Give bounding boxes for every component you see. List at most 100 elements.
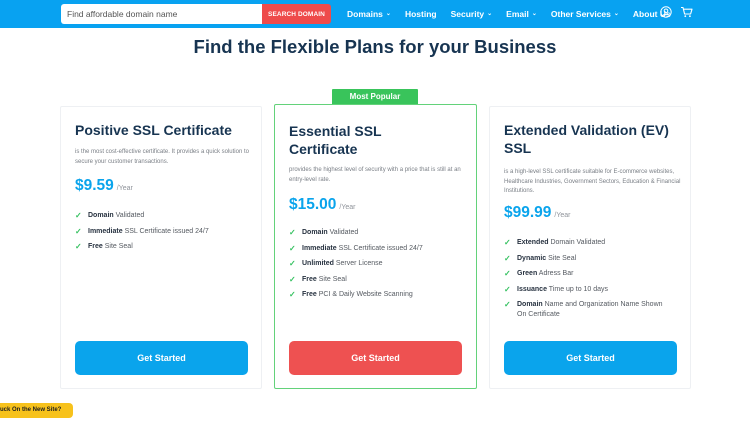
chevron-down-icon: ⌄ — [531, 10, 537, 17]
main-nav: Domains ⌄ Hosting Security ⌄ Email ⌄ Other … — [347, 0, 685, 28]
feature-highlight: Issuance — [517, 285, 547, 293]
plan-description: provides the highest level of security w… — [289, 167, 461, 183]
feature-item: ✓ Free Site Seal — [289, 275, 469, 285]
feature-item: ✓ Issuance Time up to 10 days — [504, 285, 684, 295]
feature-detail: Site Seal — [102, 243, 133, 250]
feature-highlight: Free — [302, 275, 317, 283]
check-icon: ✓ — [504, 238, 511, 247]
feedback-tab[interactable]: Stuck On the New Site? — [0, 403, 73, 418]
feature-text: Green Adress Bar — [517, 269, 573, 279]
feature-text: Free PCI & Daily Website Scanning — [302, 290, 413, 300]
feature-item: ✓ Extended Domain Validated — [504, 238, 684, 248]
feature-item: ✓ Dynamic Site Seal — [504, 254, 684, 264]
plan-title: Positive SSL Certificate — [75, 122, 232, 138]
nav-label: Other Services — [550, 9, 611, 19]
feature-detail: Time up to 10 days — [546, 285, 609, 293]
cart-icon[interactable] — [680, 6, 693, 18]
feature-detail: Server License — [333, 260, 383, 267]
feature-item: ✓ Unlimited Server License — [289, 259, 469, 269]
feature-list: ✓ Domain Validated ✓ Immediate SSL Certifi… — [75, 211, 255, 258]
check-icon: ✓ — [289, 228, 296, 237]
check-icon: ✓ — [504, 284, 511, 294]
feature-item: ✓ Free PCI & Daily Website Scanning — [289, 290, 469, 300]
feature-highlight: Immediate — [88, 227, 123, 235]
feature-detail: Domain Validated — [548, 239, 606, 246]
check-icon: ✓ — [504, 253, 511, 263]
feature-text: Domain Validated — [88, 211, 144, 221]
check-icon: ✓ — [289, 290, 296, 299]
nav-other-services[interactable]: Other Services ⌄ — [551, 9, 619, 19]
price-period: /Year — [116, 185, 133, 192]
feature-item: ✓ Domain Validated — [289, 228, 469, 238]
price-period: /Year — [339, 204, 356, 211]
feature-detail: SSL Certificate issued 24/7 — [122, 227, 209, 235]
check-icon: ✓ — [289, 243, 296, 253]
feature-detail: Site Seal — [316, 275, 347, 283]
check-icon: ✓ — [504, 300, 511, 309]
nav-label: Security — [450, 9, 485, 19]
check-icon: ✓ — [75, 226, 82, 236]
check-icon: ✓ — [504, 269, 511, 278]
feature-detail: SSL Certificate issued 24/7 — [336, 244, 423, 252]
nav-label: Domains — [347, 9, 383, 19]
nav-label: Email — [506, 9, 529, 19]
feature-item: ✓ Free Site Seal — [75, 242, 255, 252]
price-amount: $9.59 — [75, 177, 114, 194]
feature-text: Extended Domain Validated — [517, 238, 605, 248]
nav-hosting[interactable]: Hosting — [405, 9, 437, 19]
domain-search: SEARCH DOMAIN — [61, 4, 331, 24]
plan-title: Extended Validation (EV) SSL — [504, 122, 669, 156]
chevron-down-icon: ⌄ — [487, 10, 493, 17]
page-title: Find the Flexible Plans for your Busines… — [193, 36, 557, 57]
nav-domains[interactable]: Domains ⌄ — [347, 9, 391, 19]
feature-item: ✓ Green Adress Bar — [504, 269, 684, 279]
chevron-down-icon: ⌄ — [613, 10, 619, 17]
feature-highlight: Dynamic — [517, 254, 547, 262]
feature-highlight: Domain — [517, 301, 543, 308]
feature-item: ✓ Domain Validated — [75, 211, 255, 221]
feature-text: Domain Name and Organization Name Shown … — [517, 300, 667, 319]
feature-text: Domain Validated — [302, 228, 358, 238]
plan-title: Essential SSL Certificate — [289, 123, 382, 157]
feature-item: ✓ Domain Name and Organization Name Shown… — [504, 300, 684, 319]
feature-text: Dynamic Site Seal — [517, 254, 576, 264]
search-domain-button[interactable]: SEARCH DOMAIN — [262, 4, 331, 24]
plan-price: $9.59 /Year — [75, 177, 133, 195]
check-icon: ✓ — [289, 259, 296, 268]
feature-item: ✓ Immediate SSL Certificate issued 24/7 — [289, 244, 469, 254]
feature-text: Issuance Time up to 10 days — [517, 285, 608, 295]
price-period: /Year — [554, 212, 571, 219]
plan-card-essential-ssl: Essential SSL Certificate provides the h… — [274, 104, 477, 389]
feature-highlight: Domain — [302, 229, 328, 236]
price-amount: $15.00 — [289, 196, 337, 213]
user-icon[interactable] — [660, 6, 672, 18]
nav-label: Hosting — [404, 9, 437, 19]
domain-search-input[interactable] — [61, 4, 262, 24]
feature-list: ✓ Domain Validated ✓ Immediate SSL Certifi… — [289, 228, 469, 306]
check-icon: ✓ — [289, 274, 296, 284]
feature-text: Free Site Seal — [302, 275, 347, 285]
top-navigation-bar: SEARCH DOMAIN Domains⌄ Hosting Security⌄… — [0, 0, 750, 28]
get-started-button[interactable]: Get Started — [289, 341, 462, 375]
most-popular-badge: Most Popular — [332, 89, 418, 105]
nav-email[interactable]: Email ⌄ — [506, 9, 537, 19]
get-started-button[interactable]: Get Started — [75, 341, 248, 375]
feature-detail: Site Seal — [546, 254, 577, 262]
feature-text: Immediate SSL Certificate issued 24/7 — [88, 227, 209, 237]
feature-text: Free Site Seal — [88, 242, 133, 252]
plan-price: $99.99 /Year — [504, 204, 571, 222]
get-started-button[interactable]: Get Started — [504, 341, 677, 375]
feature-item: ✓ Immediate SSL Certificate issued 24/7 — [75, 227, 255, 237]
header-icons — [660, 6, 701, 18]
feature-highlight: Immediate — [302, 244, 337, 252]
feature-list: ✓ Extended Domain Validated ✓ Dynamic Site… — [504, 238, 684, 325]
feature-text: Unlimited Server License — [302, 259, 383, 269]
feature-detail: Validated — [113, 212, 145, 219]
plan-card-extended-validation-ssl: Extended Validation (EV) SSL is a high-l… — [489, 106, 691, 389]
nav-security[interactable]: Security ⌄ — [451, 9, 493, 19]
feature-highlight: Free — [302, 291, 317, 298]
feature-highlight: Free — [88, 243, 103, 250]
plan-description: is the most cost-effective certificate. … — [75, 149, 249, 165]
feature-detail: Validated — [327, 229, 359, 236]
feature-highlight: Unlimited — [302, 260, 334, 267]
